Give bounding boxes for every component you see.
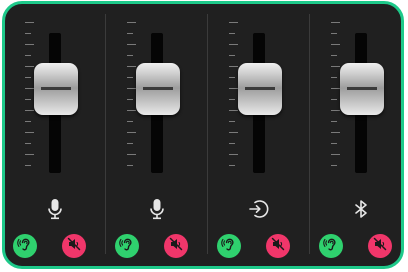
scale-tick [331,121,337,122]
microphone-icon [43,197,67,221]
scale-tick [127,77,133,78]
ear-icon [221,236,237,257]
fader-grip [41,87,71,90]
scale-tick [127,66,136,67]
scale-tick [229,66,238,67]
channel-strip-3 [209,11,309,261]
scale-tick [25,77,31,78]
listen-button[interactable] [13,234,37,258]
scale-tick [127,88,136,89]
mute-button[interactable] [266,234,290,258]
speaker-muted-icon [66,236,82,257]
scale-tick [127,33,133,34]
fader-knob[interactable] [340,63,384,115]
scale-tick [331,99,337,100]
mixer-panel [2,1,404,269]
channel-divider [207,14,208,254]
listen-button[interactable] [115,234,139,258]
microphone-icon [145,197,169,221]
channel-strip-4 [311,11,401,261]
scale-tick [229,132,238,133]
scale-tick [25,66,34,67]
scale-tick [127,55,133,56]
scale-tick [229,88,238,89]
scale-tick [229,121,235,122]
scale-tick [25,55,31,56]
listen-button[interactable] [319,234,343,258]
scale-tick [127,143,133,144]
scale-tick [25,121,31,122]
scale-tick [25,110,34,111]
scale-tick [229,44,238,45]
scale-tick [229,55,235,56]
scale-tick [229,33,235,34]
scale-tick [25,99,31,100]
scale-tick [229,99,235,100]
ear-icon [323,236,339,257]
mute-button[interactable] [164,234,188,258]
ear-icon [119,236,135,257]
channel-divider [309,14,310,254]
channel-strip-2 [107,11,207,261]
scale-tick [25,44,34,45]
scale-tick [25,154,34,155]
scale-tick [127,132,136,133]
input-icon [247,197,271,221]
scale-tick [331,143,337,144]
scale-tick [127,165,133,166]
scale-tick [229,143,235,144]
scale-tick [331,55,337,56]
scale-tick [25,88,34,89]
scale-tick [127,22,136,23]
speaker-muted-icon [270,236,286,257]
scale-tick [331,77,337,78]
speaker-muted-icon [168,236,184,257]
scale-tick [331,165,337,166]
scale-tick [127,154,136,155]
scale-tick [229,22,238,23]
fader-grip [245,87,275,90]
scale-tick [229,154,238,155]
scale-tick [331,22,340,23]
scale-tick [127,121,133,122]
fader-grip [143,87,173,90]
fader-knob[interactable] [136,63,180,115]
channel-divider [105,14,106,254]
scale-tick [25,143,31,144]
scale-tick [127,44,136,45]
scale-tick [25,33,31,34]
scale-tick [25,132,34,133]
scale-tick [331,110,340,111]
scale-tick [331,154,340,155]
listen-button[interactable] [217,234,241,258]
ear-icon [17,236,33,257]
scale-tick [229,165,235,166]
fader-grip [347,87,377,90]
fader-knob[interactable] [34,63,78,115]
bluetooth-icon [349,197,373,221]
speaker-muted-icon [372,236,388,257]
scale-tick [229,110,238,111]
fader-knob[interactable] [238,63,282,115]
mute-button[interactable] [368,234,392,258]
scale-tick [331,44,340,45]
scale-tick [25,22,34,23]
scale-tick [127,99,133,100]
scale-tick [25,165,31,166]
scale-tick [127,110,136,111]
scale-tick [331,33,337,34]
scale-tick [331,132,340,133]
channel-strip-1 [5,11,105,261]
mute-button[interactable] [62,234,86,258]
scale-tick [331,66,340,67]
scale-tick [331,88,340,89]
scale-tick [229,77,235,78]
